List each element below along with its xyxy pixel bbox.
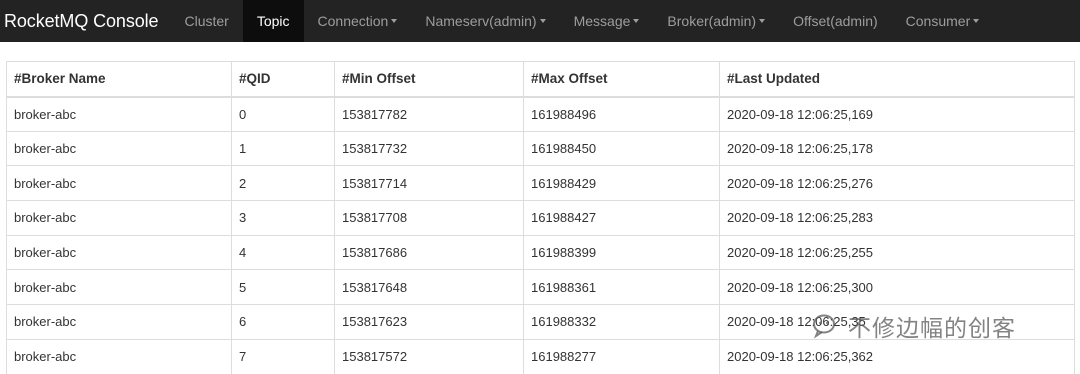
- table-row: broker-abc 0 153817782 161988496 2020-09…: [6, 96, 1075, 132]
- nav-cluster-label: Cluster: [184, 13, 229, 29]
- nav-offset-label: Offset(admin): [793, 13, 878, 29]
- cell-broker-name: broker-abc: [6, 200, 232, 236]
- caret-down-icon: [539, 19, 546, 23]
- cell-last-updated: 2020-09-18 12:06:25,178: [719, 130, 1075, 167]
- cell-broker-name: broker-abc: [6, 269, 232, 306]
- cell-broker-name: broker-abc: [6, 165, 232, 202]
- cell-last-updated: 2020-09-18 12:06:25,35: [719, 304, 1075, 340]
- cell-last-updated: 2020-09-18 12:06:25,300: [719, 269, 1075, 306]
- cell-qid: 3: [231, 200, 335, 236]
- table-row: broker-abc 3 153817708 161988427 2020-09…: [6, 200, 1075, 236]
- cell-max-offset: 161988332: [523, 304, 720, 340]
- cell-max-offset: 161988429: [523, 165, 720, 202]
- nav-topic-label: Topic: [256, 13, 290, 29]
- cell-last-updated: 2020-09-18 12:06:25,276: [719, 165, 1075, 202]
- cell-max-offset: 161988450: [523, 130, 720, 167]
- caret-down-icon: [391, 19, 398, 23]
- nav-nameserv[interactable]: Nameserv(admin): [411, 0, 559, 42]
- cell-min-offset: 153817623: [334, 304, 524, 340]
- nav-broker-label: Broker(admin): [667, 13, 757, 29]
- offset-table-container: #Broker Name #QID #Min Offset #Max Offse…: [6, 61, 1075, 374]
- nav-cluster[interactable]: Cluster: [170, 0, 242, 42]
- cell-broker-name: broker-abc: [6, 96, 232, 132]
- cell-max-offset: 161988399: [523, 234, 720, 271]
- cell-last-updated: 2020-09-18 12:06:25,169: [719, 96, 1075, 132]
- caret-down-icon: [633, 19, 640, 23]
- table-header-row: #Broker Name #QID #Min Offset #Max Offse…: [6, 61, 1075, 98]
- cell-last-updated: 2020-09-18 12:06:25,283: [719, 200, 1075, 236]
- nav-topic[interactable]: Topic: [242, 0, 304, 42]
- caret-down-icon: [759, 19, 766, 23]
- table-row: broker-abc 5 153817648 161988361 2020-09…: [6, 269, 1075, 306]
- cell-last-updated: 2020-09-18 12:06:25,362: [719, 338, 1075, 374]
- cell-qid: 6: [231, 304, 335, 340]
- cell-broker-name: broker-abc: [6, 304, 232, 340]
- cell-qid: 5: [231, 269, 335, 306]
- cell-broker-name: broker-abc: [6, 338, 232, 374]
- cell-min-offset: 153817714: [334, 165, 524, 202]
- header-last-updated: #Last Updated: [719, 61, 1075, 98]
- header-max-offset: #Max Offset: [523, 61, 720, 98]
- cell-max-offset: 161988361: [523, 269, 720, 306]
- header-broker-name: #Broker Name: [6, 61, 232, 98]
- nav-connection-label: Connection: [317, 13, 389, 29]
- header-min-offset: #Min Offset: [334, 61, 524, 98]
- cell-qid: 1: [231, 130, 335, 167]
- table-row: broker-abc 2 153817714 161988429 2020-09…: [6, 165, 1075, 202]
- cell-min-offset: 153817708: [334, 200, 524, 236]
- brand-title[interactable]: RocketMQ Console: [0, 0, 170, 42]
- nav-message-label: Message: [573, 13, 631, 29]
- cell-broker-name: broker-abc: [6, 234, 232, 271]
- cell-min-offset: 153817782: [334, 96, 524, 132]
- cell-qid: 4: [231, 234, 335, 271]
- nav-nameserv-label: Nameserv(admin): [425, 13, 537, 29]
- cell-broker-name: broker-abc: [6, 130, 232, 167]
- table-row: broker-abc 4 153817686 161988399 2020-09…: [6, 234, 1075, 271]
- cell-min-offset: 153817686: [334, 234, 524, 271]
- table-row: broker-abc 1 153817732 161988450 2020-09…: [6, 130, 1075, 167]
- table-row: broker-abc 6 153817623 161988332 2020-09…: [6, 304, 1075, 340]
- offset-table: #Broker Name #QID #Min Offset #Max Offse…: [6, 61, 1075, 374]
- cell-min-offset: 153817648: [334, 269, 524, 306]
- nav-broker[interactable]: Broker(admin): [653, 0, 779, 42]
- cell-qid: 2: [231, 165, 335, 202]
- nav-offset[interactable]: Offset(admin): [779, 0, 892, 42]
- cell-last-updated: 2020-09-18 12:06:25,255: [719, 234, 1075, 271]
- cell-max-offset: 161988496: [523, 96, 720, 132]
- cell-min-offset: 153817572: [334, 338, 524, 374]
- cell-max-offset: 161988277: [523, 338, 720, 374]
- nav-consumer-label: Consumer: [905, 13, 971, 29]
- cell-max-offset: 161988427: [523, 200, 720, 236]
- caret-down-icon: [973, 19, 980, 23]
- cell-min-offset: 153817732: [334, 130, 524, 167]
- cell-qid: 0: [231, 96, 335, 132]
- header-qid: #QID: [231, 61, 335, 98]
- nav-message[interactable]: Message: [560, 0, 654, 42]
- nav-connection[interactable]: Connection: [304, 0, 412, 42]
- nav-consumer[interactable]: Consumer: [892, 0, 994, 42]
- cell-qid: 7: [231, 338, 335, 374]
- top-navbar: RocketMQ Console Cluster Topic Connectio…: [0, 0, 1080, 42]
- table-row: broker-abc 7 153817572 161988277 2020-09…: [6, 338, 1075, 374]
